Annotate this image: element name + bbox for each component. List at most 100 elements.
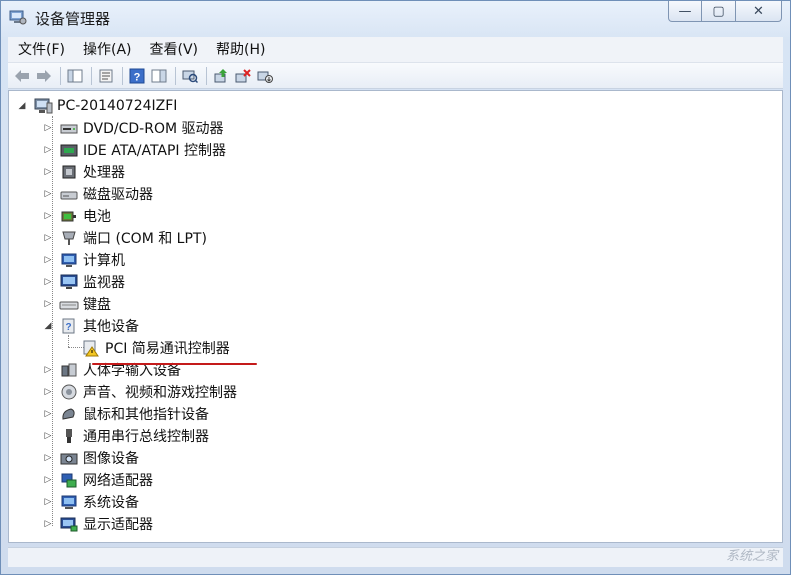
properties-icon[interactable]	[96, 66, 116, 86]
tree-item-label: PCI 简易通讯控制器	[105, 341, 230, 357]
tree-item-label: 处理器	[83, 165, 125, 181]
update-driver-icon[interactable]	[211, 66, 231, 86]
close-button[interactable]: ✕	[736, 1, 782, 22]
tree-item[interactable]: ▷ 网络适配器	[43, 469, 153, 491]
show-hide-console-tree-icon[interactable]	[65, 66, 85, 86]
tree-item-label: 计算机	[83, 253, 125, 269]
toolbar-separator	[122, 66, 123, 85]
expand-icon[interactable]: ▷	[43, 475, 53, 485]
expand-icon[interactable]: ▷	[43, 189, 53, 199]
expand-icon[interactable]: ▷	[43, 409, 53, 419]
forward-icon[interactable]	[34, 66, 54, 86]
expand-icon[interactable]: ▷	[43, 123, 53, 133]
tree-item-label: 图像设备	[83, 451, 139, 467]
usb-icon	[59, 427, 79, 445]
expand-icon[interactable]: ▷	[43, 387, 53, 397]
minimize-icon: —	[678, 3, 692, 19]
expand-icon[interactable]: ▷	[43, 519, 53, 529]
scan-hardware-icon[interactable]	[180, 66, 200, 86]
collapse-icon[interactable]: ◢	[17, 101, 27, 111]
device-tree-pane[interactable]: ◢ PC-20140724IZFI ▷ DVD/CD-ROM 驱动器 ▷ IDE AT…	[8, 90, 783, 543]
uninstall-icon[interactable]	[233, 66, 253, 86]
expand-icon[interactable]: ▷	[43, 145, 53, 155]
menu-action[interactable]: 操作(A)	[75, 39, 140, 61]
toolbar-separator	[60, 66, 61, 85]
tree-root[interactable]: ◢ PC-20140724IZFI	[17, 95, 178, 117]
back-icon[interactable]	[12, 66, 32, 86]
toolbar-separator	[206, 66, 207, 85]
expand-icon[interactable]: ▷	[43, 233, 53, 243]
tree-item[interactable]: ▷ 显示适配器	[43, 513, 153, 535]
tree-item-label: 监视器	[83, 275, 125, 291]
tree-item[interactable]: ◢? 其他设备	[43, 315, 139, 337]
expand-icon[interactable]: ▷	[43, 211, 53, 221]
battery-icon	[59, 207, 79, 225]
tree-item[interactable]: ▷ IDE ATA/ATAPI 控制器	[43, 139, 226, 161]
port-icon	[59, 229, 79, 247]
tree-item[interactable]: ▷ DVD/CD-ROM 驱动器	[43, 117, 224, 139]
expand-icon[interactable]: ▷	[43, 453, 53, 463]
toolbar-separator	[91, 66, 92, 85]
expand-icon[interactable]: ▷	[43, 431, 53, 441]
device-manager-app-icon	[9, 9, 27, 25]
menu-view[interactable]: 查看(V)	[142, 39, 207, 61]
expand-icon[interactable]: ▷	[43, 365, 53, 375]
disable-icon[interactable]	[255, 66, 275, 86]
monitor-icon	[59, 273, 79, 291]
tree-item-label: 系统设备	[83, 495, 139, 511]
expand-icon[interactable]: ▷	[43, 277, 53, 287]
disk-drive-icon	[59, 185, 79, 203]
tree-item-label: 端口 (COM 和 LPT)	[83, 231, 207, 247]
menu-help[interactable]: 帮助(H)	[208, 39, 273, 61]
tree-item[interactable]: ▷ 鼠标和其他指针设备	[43, 403, 209, 425]
processor-icon	[59, 163, 79, 181]
tree-item-label: 网络适配器	[83, 473, 153, 489]
minimize-button[interactable]: —	[668, 1, 702, 22]
status-bar	[8, 547, 783, 567]
tree-item[interactable]: ▷ 电池	[43, 205, 111, 227]
tree-item-label: 显示适配器	[83, 517, 153, 533]
tree-item[interactable]: ▷ 监视器	[43, 271, 125, 293]
window-title: 设备管理器	[35, 10, 111, 28]
keyboard-icon	[59, 295, 79, 313]
ide-controller-icon	[59, 141, 79, 159]
expand-icon[interactable]: ▷	[43, 497, 53, 507]
tree-item-label: 通用串行总线控制器	[83, 429, 209, 445]
system-icon	[59, 493, 79, 511]
title-bar[interactable]: 设备管理器 — ▢ ✕	[1, 1, 790, 35]
toolbar-separator	[175, 66, 176, 85]
display-adapter-icon	[59, 515, 79, 533]
maximize-button[interactable]: ▢	[702, 1, 736, 22]
svg-text:?: ?	[134, 71, 141, 83]
collapse-icon[interactable]: ◢	[43, 321, 53, 331]
mouse-icon	[59, 405, 79, 423]
highlight-underline	[92, 363, 257, 365]
tree-item[interactable]: ▷ 磁盘驱动器	[43, 183, 153, 205]
help-icon[interactable]: ?	[127, 66, 147, 86]
tree-item[interactable]: ▷ 声音、视频和游戏控制器	[43, 381, 237, 403]
maximize-icon: ▢	[712, 3, 725, 19]
tree-item-label: 磁盘驱动器	[83, 187, 153, 203]
tree-item[interactable]: ▷ 图像设备	[43, 447, 139, 469]
caption-buttons: — ▢ ✕	[668, 1, 782, 23]
dvd-drive-icon	[59, 119, 79, 137]
tree-child-item[interactable]: PCI 简易通讯控制器	[81, 337, 230, 359]
tree-root-label: PC-20140724IZFI	[57, 98, 178, 114]
expand-icon[interactable]: ▷	[43, 255, 53, 265]
tree-item-label: 鼠标和其他指针设备	[83, 407, 209, 423]
tree-item[interactable]: ▷ 键盘	[43, 293, 111, 315]
expand-icon[interactable]: ▷	[43, 299, 53, 309]
tree-item[interactable]: ▷ 处理器	[43, 161, 125, 183]
menu-bar: 文件(F) 操作(A) 查看(V) 帮助(H)	[8, 37, 783, 63]
tree-item[interactable]: ▷ 通用串行总线控制器	[43, 425, 209, 447]
tree-item[interactable]: ▷ 端口 (COM 和 LPT)	[43, 227, 207, 249]
expand-icon[interactable]: ▷	[43, 167, 53, 177]
menu-file[interactable]: 文件(F)	[10, 39, 73, 61]
tree-item-label: DVD/CD-ROM 驱动器	[83, 121, 224, 137]
tree-item[interactable]: ▷ 计算机	[43, 249, 125, 271]
tree-item[interactable]: ▷ 系统设备	[43, 491, 139, 513]
camera-icon	[59, 449, 79, 467]
toolbar: ?	[8, 63, 783, 89]
action-pane-icon[interactable]	[149, 66, 169, 86]
warning-device-icon	[81, 339, 101, 357]
